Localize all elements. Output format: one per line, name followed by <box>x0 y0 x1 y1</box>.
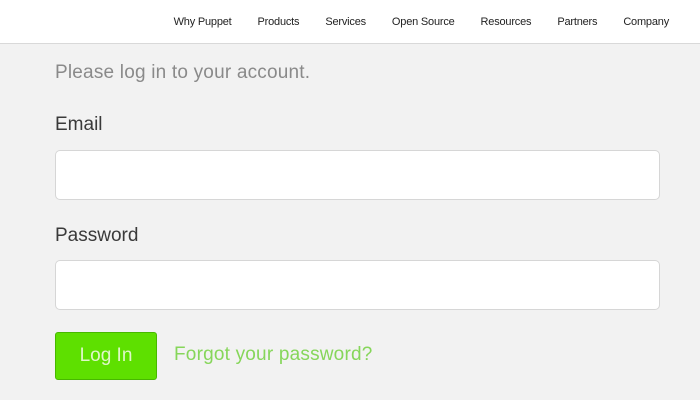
top-navigation-bar: Why Puppet Products Services Open Source… <box>0 0 700 44</box>
main-nav: Why Puppet Products Services Open Source… <box>174 0 670 44</box>
nav-item-company[interactable]: Company <box>623 16 669 28</box>
nav-item-partners[interactable]: Partners <box>557 16 597 28</box>
nav-item-products[interactable]: Products <box>258 16 300 28</box>
nav-item-open-source[interactable]: Open Source <box>392 16 455 28</box>
forgot-password-link[interactable]: Forgot your password? <box>174 344 373 366</box>
nav-item-services[interactable]: Services <box>325 16 366 28</box>
login-intro-text: Please log in to your account. <box>55 62 311 83</box>
login-button[interactable]: Log In <box>55 332 157 380</box>
email-label: Email <box>55 114 103 135</box>
nav-item-why-puppet[interactable]: Why Puppet <box>174 16 232 28</box>
nav-item-resources[interactable]: Resources <box>481 16 532 28</box>
password-label: Password <box>55 225 139 246</box>
email-field[interactable] <box>55 150 660 200</box>
password-field[interactable] <box>55 260 660 310</box>
